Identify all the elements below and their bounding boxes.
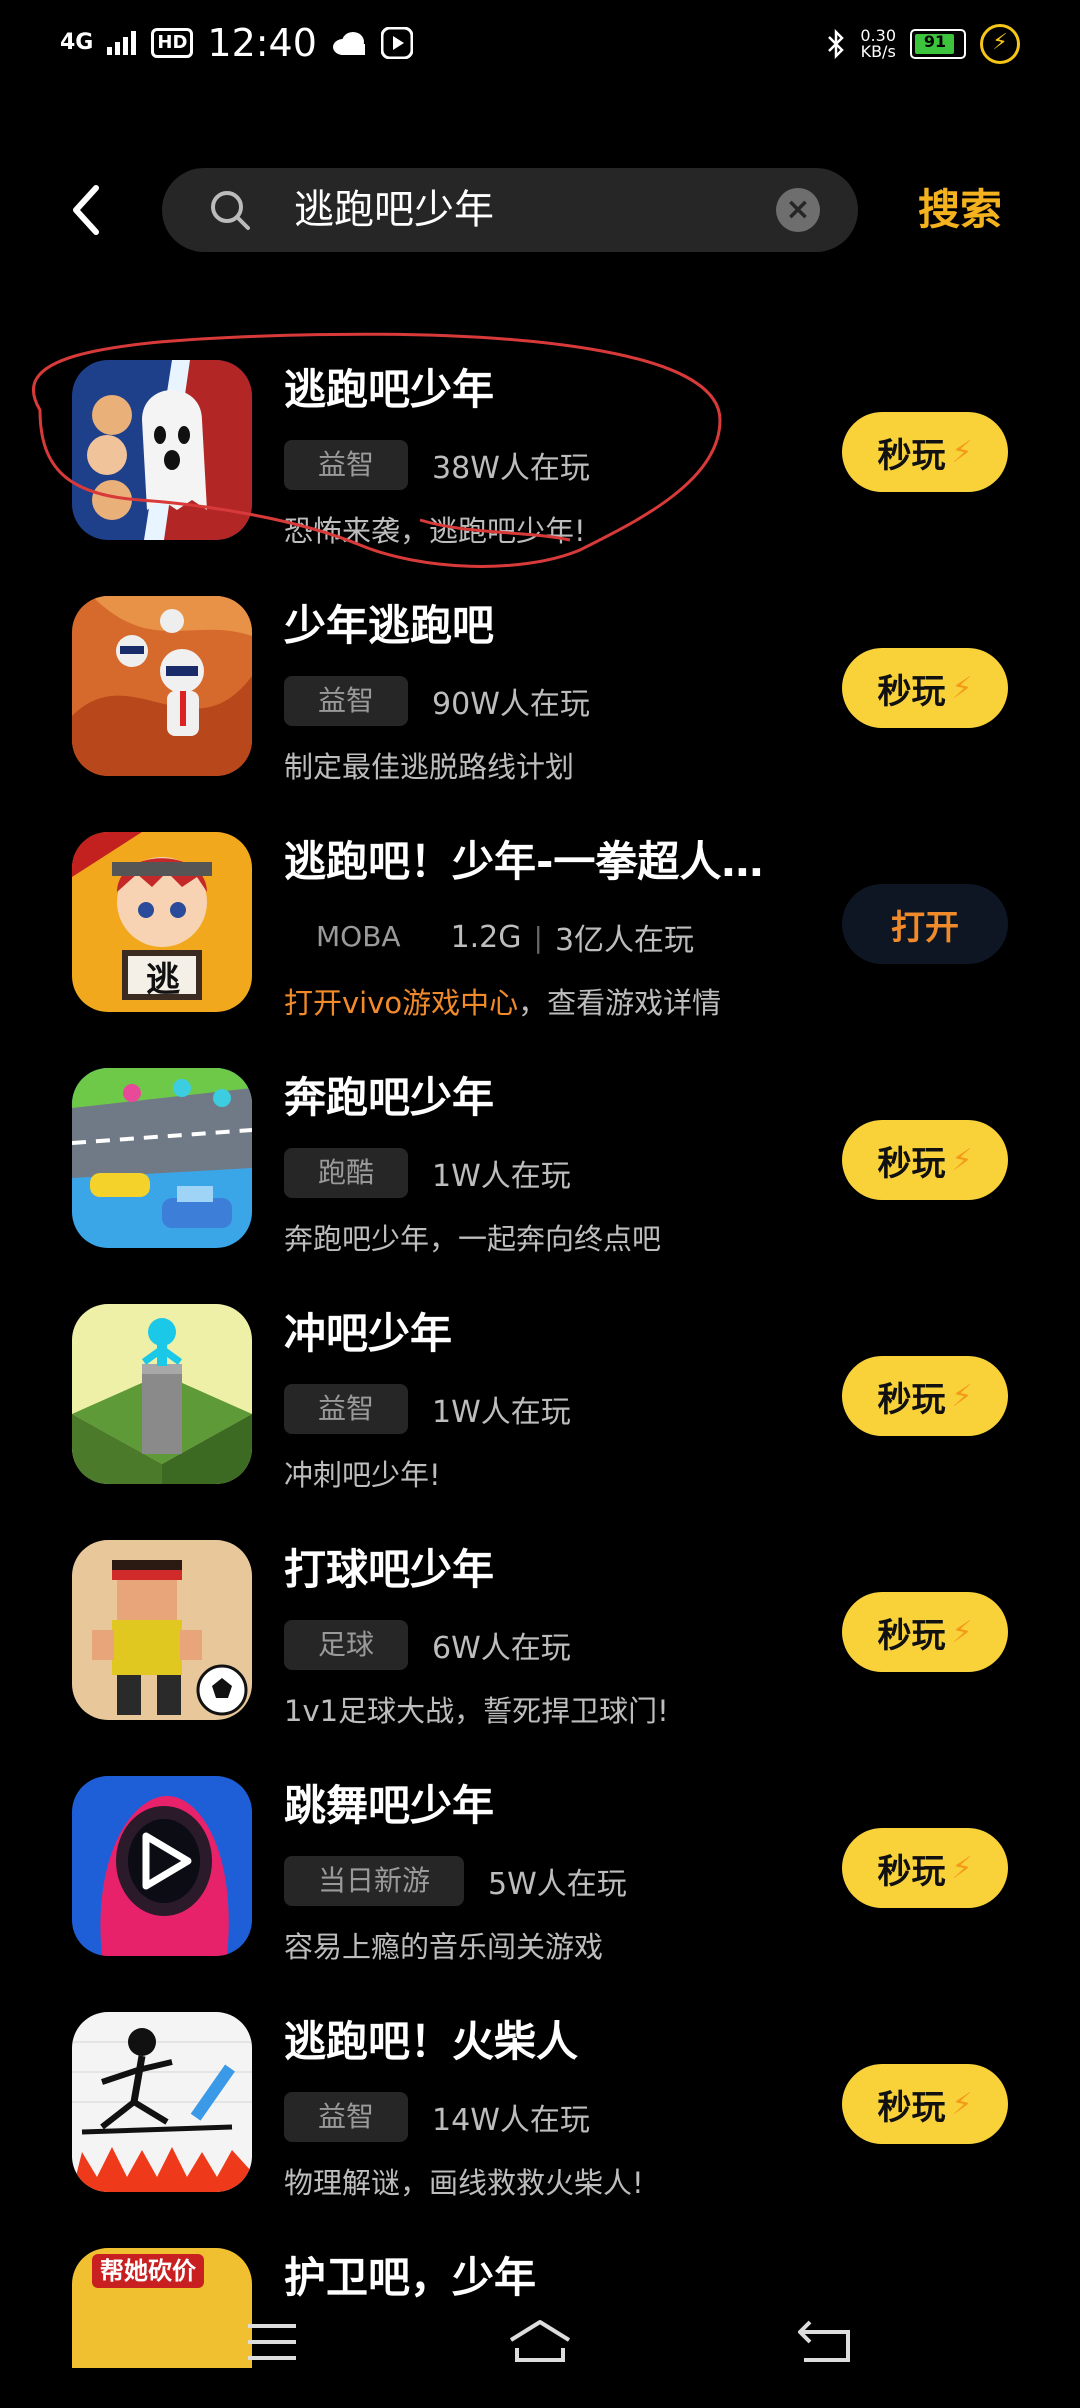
lightning-icon: ⚡	[951, 1614, 973, 1650]
instant-play-button[interactable]: 秒玩 ⚡	[842, 1356, 1008, 1436]
cloud-icon	[332, 32, 365, 55]
category-tag: 益智	[284, 1384, 409, 1434]
lightning-icon: ⚡	[951, 2086, 973, 2122]
player-count: 1W人在玩	[432, 1159, 571, 1194]
result-item[interactable]: 逃 逃跑吧！少年-一拳超人… MOBA 1.2G | 3亿人在玩 打开vivo游…	[0, 832, 1080, 1068]
result-item[interactable]: 少年逃跑吧 益智 90W人在玩 制定最佳逃脱路线计划 秒玩 ⚡	[0, 596, 1080, 832]
game-title: 跳舞吧少年	[284, 1781, 495, 1830]
signal-bars-icon	[107, 31, 137, 55]
search-icon	[211, 191, 250, 230]
result-item[interactable]: 奔跑吧少年 跑酷 1W人在玩 奔跑吧少年，一起奔向终点吧 秒玩 ⚡	[0, 1068, 1080, 1304]
status-bar: 4G HD 12:40 0.30 KB/s 91 ⚡	[0, 0, 1080, 90]
open-button[interactable]: 打开	[842, 884, 1008, 964]
game-icon[interactable]	[72, 2012, 252, 2192]
result-item[interactable]: 冲吧少年 益智 1W人在玩 冲刺吧少年! 秒玩 ⚡	[0, 1304, 1080, 1540]
result-item[interactable]: 跳舞吧少年 当日新游 5W人在玩 容易上瘾的音乐闯关游戏 秒玩 ⚡	[0, 1776, 1080, 2012]
instant-play-button[interactable]: 秒玩 ⚡	[842, 1828, 1008, 1908]
file-size: 1.2G	[450, 919, 522, 955]
search-button[interactable]: 搜索	[918, 176, 1002, 244]
game-title: 少年逃跑吧	[284, 601, 495, 650]
player-count: 90W人在玩	[432, 687, 590, 722]
player-count: 1W人在玩	[432, 1395, 571, 1430]
game-meta: 跑酷 1W人在玩	[284, 1148, 571, 1198]
game-description: 容易上瘾的音乐闯关游戏	[284, 1930, 604, 1964]
game-title: 冲吧少年	[284, 1309, 453, 1358]
game-meta: 益智 38W人在玩	[284, 440, 590, 490]
category-tag: MOBA	[316, 920, 401, 953]
category-tag: 益智	[284, 440, 409, 490]
search-input[interactable]: 逃跑吧少年 ×	[162, 168, 858, 252]
game-meta: MOBA 1.2G | 3亿人在玩	[284, 912, 694, 962]
game-title: 奔跑吧少年	[284, 1073, 495, 1122]
back-icon[interactable]	[790, 2314, 860, 2374]
result-item[interactable]: 打球吧少年 足球 6W人在玩 1v1足球大战，誓死捍卫球门! 秒玩 ⚡	[0, 1540, 1080, 1776]
hd-icon: HD	[151, 28, 194, 58]
signal-icon: 4G	[60, 30, 94, 55]
game-description: 恐怖来袭，逃跑吧少年!	[284, 514, 586, 548]
network-speed: 0.30 KB/s	[860, 26, 896, 61]
lightning-icon: ⚡	[951, 670, 973, 706]
lightning-icon: ⚡	[951, 1378, 973, 1414]
category-tag: 益智	[284, 2092, 409, 2142]
player-count: 14W人在玩	[432, 2103, 590, 2138]
search-query[interactable]: 逃跑吧少年	[294, 168, 494, 252]
bluetooth-icon	[828, 29, 845, 59]
player-count: 3亿人在玩	[554, 923, 695, 958]
category-tag: 跑酷	[284, 1148, 409, 1198]
result-item[interactable]: 逃跑吧！火柴人 益智 14W人在玩 物理解谜，画线救救火柴人! 秒玩 ⚡	[0, 2012, 1080, 2248]
search-header: 逃跑吧少年 × 搜索	[0, 160, 1080, 260]
icon-char: 逃	[146, 960, 180, 1000]
game-icon[interactable]	[72, 1776, 252, 1956]
game-description: 1v1足球大战，誓死捍卫球门!	[284, 1694, 669, 1728]
menu-icon[interactable]	[236, 2314, 306, 2374]
instant-play-button[interactable]: 秒玩 ⚡	[842, 1120, 1008, 1200]
category-tag: 益智	[284, 676, 409, 726]
instant-play-button[interactable]: 秒玩 ⚡	[842, 1592, 1008, 1672]
game-title: 逃跑吧！火柴人	[284, 2017, 579, 2066]
system-navbar	[0, 2280, 1080, 2408]
back-arrow-icon[interactable]	[60, 178, 120, 242]
game-description: 打开vivo游戏中心，查看游戏详情	[284, 986, 722, 1020]
clock: 12:40	[207, 21, 317, 65]
game-meta: 足球 6W人在玩	[284, 1620, 571, 1670]
game-title: 逃跑吧！少年-一拳超人…	[284, 837, 764, 886]
game-description: 冲刺吧少年!	[284, 1458, 441, 1492]
open-game-center-link[interactable]: 打开vivo游戏中心	[284, 986, 518, 1020]
lightning-icon: ⚡	[951, 434, 973, 470]
game-meta: 当日新游 5W人在玩	[284, 1856, 627, 1906]
game-icon[interactable]	[72, 1068, 252, 1248]
search-results: 逃跑吧少年 益智 38W人在玩 恐怖来袭，逃跑吧少年! 秒玩 ⚡ 少年逃跑吧 益智…	[0, 360, 1080, 2368]
player-count: 5W人在玩	[488, 1867, 627, 1902]
player-count: 38W人在玩	[432, 451, 590, 486]
home-icon[interactable]	[505, 2314, 575, 2374]
lightning-icon: ⚡	[951, 1850, 973, 1886]
clear-icon[interactable]: ×	[776, 188, 820, 232]
instant-play-button[interactable]: 秒玩 ⚡	[842, 412, 1008, 492]
game-description: 制定最佳逃脱路线计划	[284, 750, 575, 784]
game-title: 打球吧少年	[284, 1545, 495, 1594]
game-meta: 益智 14W人在玩	[284, 2092, 590, 2142]
game-icon[interactable]	[72, 1540, 252, 1720]
game-icon[interactable]: 逃	[72, 832, 252, 1012]
result-item[interactable]: 逃跑吧少年 益智 38W人在玩 恐怖来袭，逃跑吧少年! 秒玩 ⚡	[0, 360, 1080, 596]
game-icon[interactable]	[72, 1304, 252, 1484]
game-description: 物理解谜，画线救救火柴人!	[284, 2166, 644, 2200]
battery-icon: 91	[910, 29, 966, 59]
game-meta: 益智 90W人在玩	[284, 676, 590, 726]
game-icon[interactable]	[72, 596, 252, 776]
category-tag: 当日新游	[284, 1856, 465, 1906]
video-app-icon	[380, 27, 413, 59]
game-description: 奔跑吧少年，一起奔向终点吧	[284, 1222, 662, 1256]
instant-play-button[interactable]: 秒玩 ⚡	[842, 2064, 1008, 2144]
category-tag: 足球	[284, 1620, 409, 1670]
player-count: 6W人在玩	[432, 1631, 571, 1666]
divider: |	[533, 920, 543, 954]
game-icon[interactable]	[72, 360, 252, 540]
lightning-icon: ⚡	[951, 1142, 973, 1178]
game-meta: 益智 1W人在玩	[284, 1384, 571, 1434]
instant-play-button[interactable]: 秒玩 ⚡	[842, 648, 1008, 728]
charging-icon: ⚡	[980, 24, 1020, 64]
game-title: 逃跑吧少年	[284, 365, 495, 414]
